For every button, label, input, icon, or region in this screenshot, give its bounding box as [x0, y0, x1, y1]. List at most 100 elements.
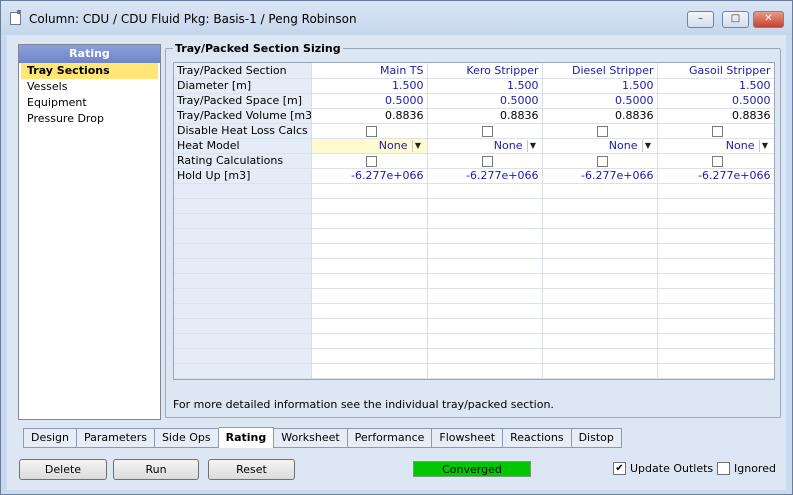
- disable-heat-loss-checkbox[interactable]: [596, 125, 608, 137]
- disable-heat-loss-checkbox[interactable]: [481, 125, 493, 137]
- empty-cell: [657, 303, 774, 319]
- empty-row: [174, 243, 774, 259]
- diameter-cell[interactable]: 1.500: [427, 78, 543, 94]
- empty-cell: [657, 348, 774, 364]
- diameter-cell[interactable]: 1.500: [311, 78, 428, 94]
- update-outlets-checkbox[interactable]: ✔ Update Outlets: [613, 462, 713, 475]
- nav-item-pressure-drop[interactable]: Pressure Drop: [21, 111, 158, 127]
- disable-heat-loss-checkbox[interactable]: [365, 125, 377, 137]
- rating-calc-checkbox[interactable]: [596, 155, 608, 167]
- maximize-icon[interactable]: □: [722, 11, 749, 28]
- nav-item-equipment[interactable]: Equipment: [21, 95, 158, 111]
- close-icon[interactable]: ✕: [753, 11, 784, 28]
- tab-distop[interactable]: Distop: [571, 428, 622, 448]
- group-title: Tray/Packed Section Sizing: [173, 42, 343, 55]
- nav-item-vessels[interactable]: Vessels: [21, 79, 158, 95]
- rating-calc-cell: [657, 153, 774, 169]
- empty-cell: [542, 198, 658, 214]
- space-cell[interactable]: 0.5000: [657, 93, 774, 109]
- tab-performance[interactable]: Performance: [347, 428, 433, 448]
- empty-row: [174, 363, 774, 379]
- empty-cell: [174, 273, 312, 289]
- table-row: Heat Model None ▼ None ▼ None ▼ None ▼: [174, 138, 774, 154]
- space-cell[interactable]: 0.5000: [311, 93, 428, 109]
- heat-model-dropdown[interactable]: None ▼: [657, 138, 774, 154]
- empty-cell: [311, 318, 428, 334]
- rating-nav-list: Rating Tray Sections Vessels Equipment P…: [18, 44, 161, 420]
- nav-item-tray-sections[interactable]: Tray Sections: [21, 63, 158, 79]
- hold-up-cell[interactable]: -6.277e+066: [657, 168, 774, 184]
- info-text: For more detailed information see the in…: [173, 398, 554, 411]
- empty-cell: [657, 198, 774, 214]
- empty-cell: [311, 288, 428, 304]
- space-cell[interactable]: 0.5000: [542, 93, 658, 109]
- empty-cell: [311, 348, 428, 364]
- heat-model-dropdown[interactable]: None ▼: [427, 138, 543, 154]
- empty-cell: [174, 333, 312, 349]
- diameter-cell[interactable]: 1.500: [657, 78, 774, 94]
- checkmark-icon: ✔: [613, 462, 626, 475]
- chevron-down-icon[interactable]: ▼: [641, 139, 654, 152]
- ignored-checkbox[interactable]: Ignored: [717, 462, 776, 475]
- empty-cell: [174, 213, 312, 229]
- row-label-hold-up: Hold Up [m3]: [174, 168, 312, 184]
- delete-button[interactable]: Delete: [19, 459, 107, 480]
- empty-cell: [427, 198, 543, 214]
- disable-heat-loss-cell: [657, 123, 774, 139]
- rating-calc-checkbox[interactable]: [365, 155, 377, 167]
- column-header-gasoil-stripper[interactable]: Gasoil Stripper: [657, 63, 774, 79]
- rating-calc-checkbox[interactable]: [481, 155, 493, 167]
- row-label-heat-model: Heat Model: [174, 138, 312, 154]
- chevron-down-icon[interactable]: ▼: [411, 139, 424, 152]
- heat-model-value: None: [378, 139, 408, 152]
- disable-heat-loss-cell: [311, 123, 428, 139]
- empty-cell: [542, 333, 658, 349]
- empty-cell: [174, 303, 312, 319]
- empty-cell: [427, 183, 543, 199]
- checkbox-box: [717, 462, 730, 475]
- table-row: Diameter [m] 1.500 1.500 1.500 1.500: [174, 78, 774, 94]
- empty-cell: [427, 258, 543, 274]
- tab-flowsheet[interactable]: Flowsheet: [432, 428, 504, 448]
- column-header-kero-stripper[interactable]: Kero Stripper: [427, 63, 543, 79]
- empty-cell: [657, 288, 774, 304]
- minimize-icon[interactable]: –: [687, 11, 714, 28]
- tab-parameters[interactable]: Parameters: [76, 428, 155, 448]
- empty-cell: [657, 213, 774, 229]
- empty-cell: [542, 318, 658, 334]
- empty-cell: [174, 183, 312, 199]
- tab-design[interactable]: Design: [23, 428, 77, 448]
- empty-cell: [427, 348, 543, 364]
- tab-side-ops[interactable]: Side Ops: [154, 428, 219, 448]
- empty-cell: [427, 273, 543, 289]
- run-button[interactable]: Run: [113, 459, 199, 480]
- rating-calc-checkbox[interactable]: [711, 155, 723, 167]
- diameter-cell[interactable]: 1.500: [542, 78, 658, 94]
- hold-up-cell[interactable]: -6.277e+066: [542, 168, 658, 184]
- empty-cell: [174, 258, 312, 274]
- column-header-diesel-stripper[interactable]: Diesel Stripper: [542, 63, 658, 79]
- tab-reactions[interactable]: Reactions: [503, 428, 572, 448]
- empty-cell: [657, 333, 774, 349]
- table-row: Tray/Packed Volume [m3] 0.8836 0.8836 0.…: [174, 108, 774, 124]
- hold-up-cell[interactable]: -6.277e+066: [311, 168, 428, 184]
- rating-calc-cell: [427, 153, 543, 169]
- empty-cell: [311, 198, 428, 214]
- hold-up-cell[interactable]: -6.277e+066: [427, 168, 543, 184]
- reset-button[interactable]: Reset: [208, 459, 295, 480]
- heat-model-dropdown[interactable]: None ▼: [542, 138, 658, 154]
- tab-rating[interactable]: Rating: [218, 427, 275, 448]
- heat-model-dropdown[interactable]: None ▼: [311, 138, 428, 154]
- chevron-down-icon[interactable]: ▼: [758, 139, 771, 152]
- tab-worksheet[interactable]: Worksheet: [274, 428, 348, 448]
- chevron-down-icon[interactable]: ▼: [526, 139, 539, 152]
- empty-cell: [427, 363, 543, 379]
- empty-row: [174, 318, 774, 334]
- space-cell[interactable]: 0.5000: [427, 93, 543, 109]
- empty-cell: [427, 243, 543, 259]
- title-bar[interactable]: Column: CDU / CDU Fluid Pkg: Basis-1 / P…: [1, 1, 792, 35]
- column-header-main-ts[interactable]: Main TS: [311, 63, 428, 79]
- empty-cell: [311, 333, 428, 349]
- disable-heat-loss-checkbox[interactable]: [711, 125, 723, 137]
- empty-cell: [657, 183, 774, 199]
